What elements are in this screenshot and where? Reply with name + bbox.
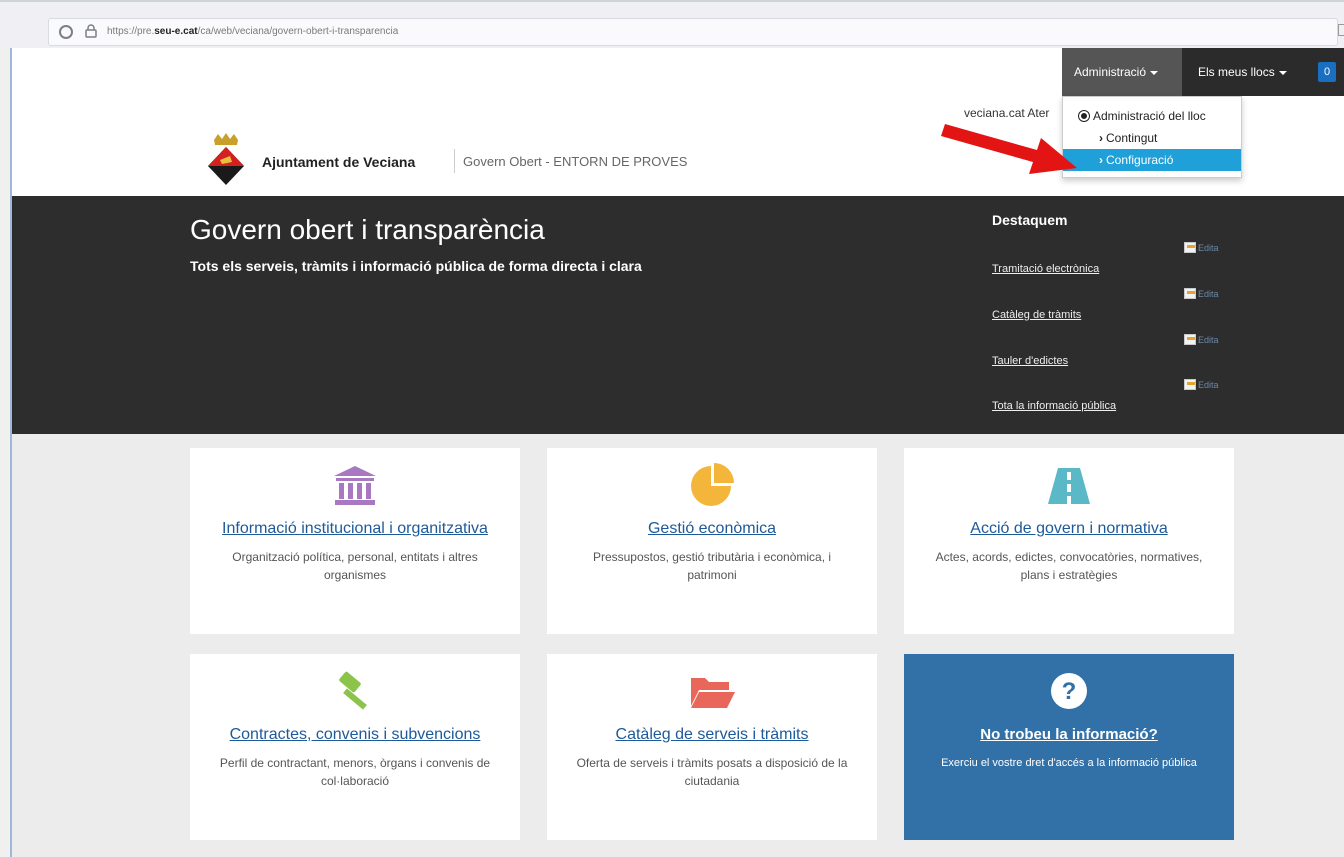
browser-toolbar: https://pre.seu-e.cat/ca/web/veciana/gov… [0, 0, 1344, 48]
card-services-catalog[interactable]: Catàleg de serveis i tràmits Oferta de s… [547, 654, 877, 840]
edit-link[interactable]: Edita [1184, 242, 1219, 253]
address-bar[interactable]: https://pre.seu-e.cat/ca/web/veciana/gov… [48, 18, 1338, 46]
edit-link[interactable]: Edita [1184, 288, 1219, 299]
card-title[interactable]: No trobeu la informació? [904, 726, 1234, 743]
featured-link[interactable]: Tota la informació pública [992, 400, 1116, 412]
edit-icon [1184, 242, 1196, 253]
featured-link[interactable]: Tramitació electrònica [992, 263, 1099, 275]
chevron-right-icon: › [1099, 131, 1103, 145]
sidebar-toggle-icon[interactable] [1338, 24, 1344, 36]
card-description: Exerciu el vostre dret d'accés a la info… [941, 757, 1197, 769]
featured-link[interactable]: Catàleg de tràmits [992, 309, 1081, 321]
card-title[interactable]: Informació institucional i organitzativa [190, 520, 520, 538]
edit-link[interactable]: Edita [1184, 379, 1219, 390]
header-divider [454, 149, 455, 173]
admin-bar: Administració Els meus llocs 0 [1062, 48, 1344, 96]
card-contracts[interactable]: Contractes, convenis i subvencions Perfi… [190, 654, 520, 840]
chevron-right-icon: › [1099, 153, 1103, 167]
card-government-action[interactable]: Acció de govern i normativa Actes, acord… [904, 448, 1234, 634]
card-title[interactable]: Catàleg de serveis i tràmits [547, 726, 877, 744]
page-subtitle: Tots els serveis, tràmits i informació p… [190, 258, 642, 274]
card-title[interactable]: Contractes, convenis i subvencions [190, 726, 520, 744]
edit-icon [1184, 334, 1196, 345]
gavel-icon [339, 671, 367, 710]
svg-text:?: ? [1062, 678, 1077, 705]
card-title[interactable]: Gestió econòmica [547, 520, 877, 538]
featured-heading: Destaquem [992, 212, 1068, 228]
my-sites-menu-button[interactable]: Els meus llocs [1186, 48, 1299, 96]
administration-menu-button[interactable]: Administració [1062, 48, 1182, 96]
question-circle-icon: ? [1051, 673, 1087, 709]
dropdown-header: Administració del lloc [1063, 105, 1241, 127]
caret-down-icon [1150, 70, 1159, 75]
institution-icon [334, 466, 376, 505]
featured-link[interactable]: Tauler d'edictes [992, 355, 1068, 367]
card-description: Organització política, personal, entitat… [232, 550, 478, 582]
notification-badge[interactable]: 0 [1318, 62, 1336, 82]
menu-item-contingut[interactable]: › Contingut [1063, 127, 1241, 149]
coat-of-arms-logo [208, 133, 244, 185]
card-description: Oferta de serveis i tràmits posats a dis… [576, 756, 848, 788]
folder-open-icon [691, 678, 735, 708]
caret-down-icon [1278, 70, 1287, 75]
menu-item-configuracio[interactable]: › Configuració [1063, 149, 1241, 171]
card-description: Perfil de contractant, menors, òrgans i … [219, 756, 491, 788]
edit-link[interactable]: Edita [1184, 334, 1219, 345]
site-subtitle: Govern Obert - ENTORN DE PROVES [463, 154, 688, 169]
card-description: Pressupostos, gestió tributària i econòm… [592, 550, 832, 582]
url-text: https://pre.seu-e.cat/ca/web/veciana/gov… [107, 26, 399, 37]
card-title[interactable]: Acció de govern i normativa [904, 520, 1234, 538]
road-icon [1048, 468, 1090, 504]
site-name[interactable]: Ajuntament de Veciana [262, 154, 415, 170]
edit-icon [1184, 379, 1196, 390]
lock-icon [85, 24, 97, 38]
pie-chart-icon [691, 463, 734, 506]
card-description: Actes, acords, edictes, convocatòries, n… [935, 550, 1203, 582]
red-arrow-annotation [941, 124, 1077, 174]
card-institutional-info[interactable]: Informació institucional i organitzativa… [190, 448, 520, 634]
shield-icon [59, 25, 73, 39]
hero-banner: Govern obert i transparència Tots els se… [12, 196, 1344, 434]
page: Administració Els meus llocs 0 veciana.c… [10, 48, 1344, 857]
administration-dropdown: Administració del lloc › Contingut › Confi… [1062, 96, 1242, 178]
card-economic-management[interactable]: Gestió econòmica Pressupostos, gestió tr… [547, 448, 877, 634]
edit-icon [1184, 288, 1196, 299]
page-title: Govern obert i transparència [190, 214, 545, 245]
card-no-info-found[interactable]: ? No trobeu la informació? Exerciu el vo… [904, 654, 1234, 840]
